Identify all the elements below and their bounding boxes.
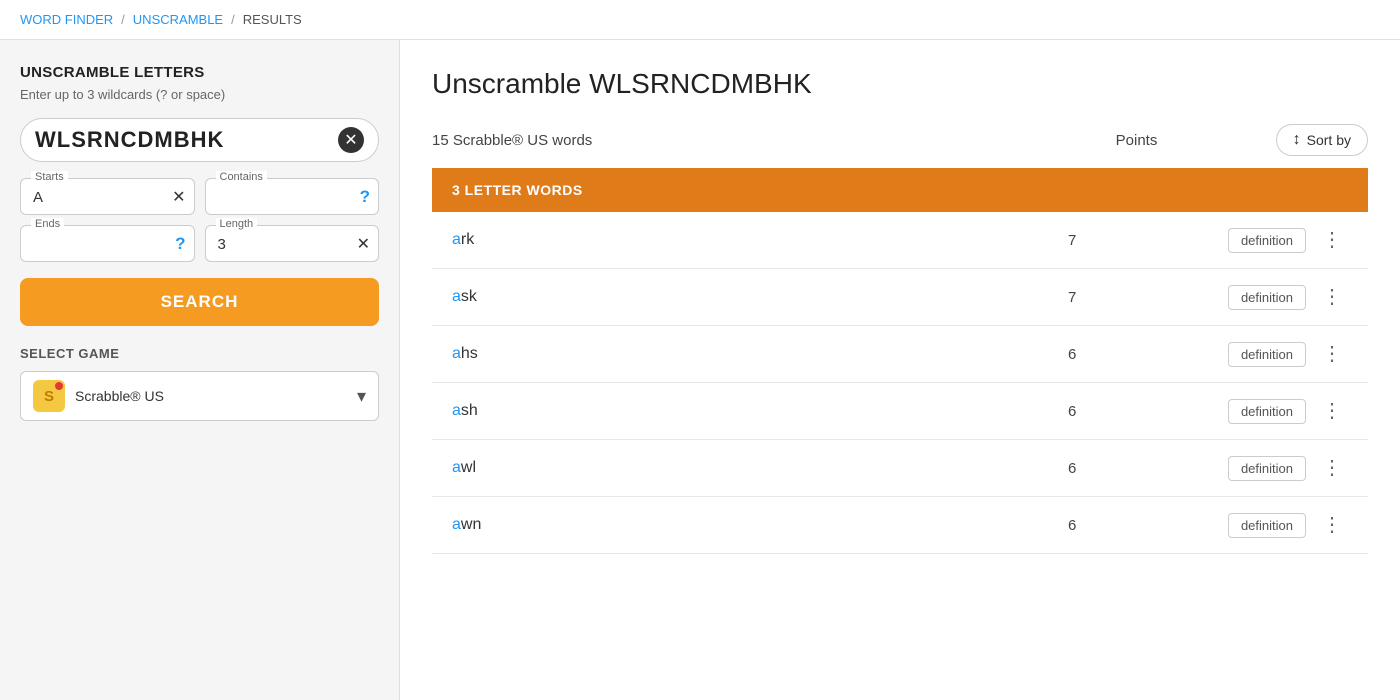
length-filter-box: Length ✕ bbox=[205, 225, 380, 262]
breadcrumb-sep-1: / bbox=[121, 12, 125, 27]
letters-clear-button[interactable]: ✕ bbox=[338, 127, 364, 153]
definition-button[interactable]: definition bbox=[1228, 342, 1306, 367]
sort-by-button[interactable]: ↕ Sort by bbox=[1276, 124, 1368, 156]
game-select[interactable]: S Scrabble® US ▾ bbox=[20, 371, 379, 421]
breadcrumb-sep-2: / bbox=[231, 12, 235, 27]
starts-filter-box: Starts ✕ bbox=[20, 178, 195, 215]
points-cell: 7 bbox=[1068, 232, 1228, 249]
word-actions: definition ⋮ bbox=[1228, 226, 1348, 254]
points-cell: 7 bbox=[1068, 289, 1228, 306]
sidebar-title: UNSCRAMBLE LETTERS bbox=[20, 64, 379, 81]
table-row: awn 6 definition ⋮ bbox=[432, 497, 1368, 554]
more-options-button[interactable]: ⋮ bbox=[1316, 397, 1348, 425]
length-label: Length bbox=[216, 218, 258, 230]
word-cell: awl bbox=[452, 459, 1068, 477]
word-actions: definition ⋮ bbox=[1228, 340, 1348, 368]
word-rest: wl bbox=[461, 459, 476, 476]
starts-clear-button[interactable]: ✕ bbox=[172, 187, 185, 207]
select-game-label: SELECT GAME bbox=[20, 346, 379, 361]
breadcrumb-results: RESULTS bbox=[243, 12, 302, 27]
more-options-button[interactable]: ⋮ bbox=[1316, 511, 1348, 539]
table-row: ask 7 definition ⋮ bbox=[432, 269, 1368, 326]
word-rest: hs bbox=[461, 345, 478, 362]
letters-input-wrap: ✕ bbox=[20, 118, 379, 162]
word-rest: wn bbox=[461, 516, 481, 533]
letters-input[interactable] bbox=[35, 127, 338, 153]
word-rest: sh bbox=[461, 402, 478, 419]
definition-button[interactable]: definition bbox=[1228, 228, 1306, 253]
breadcrumb-word-finder[interactable]: WORD FINDER bbox=[20, 12, 113, 27]
word-list: ark 7 definition ⋮ ask 7 definition ⋮ ah… bbox=[432, 212, 1368, 554]
length-clear-button[interactable]: ✕ bbox=[357, 234, 370, 254]
results-header: 15 Scrabble® US words Points ↕ Sort by bbox=[432, 124, 1368, 168]
results-count: 15 Scrabble® US words bbox=[432, 132, 1116, 149]
more-options-button[interactable]: ⋮ bbox=[1316, 226, 1348, 254]
points-column-header: Points bbox=[1116, 132, 1276, 149]
word-actions: definition ⋮ bbox=[1228, 511, 1348, 539]
table-row: awl 6 definition ⋮ bbox=[432, 440, 1368, 497]
ends-input[interactable] bbox=[33, 236, 182, 253]
definition-button[interactable]: definition bbox=[1228, 285, 1306, 310]
search-button[interactable]: SEARCH bbox=[20, 278, 379, 326]
definition-button[interactable]: definition bbox=[1228, 399, 1306, 424]
filter-starts-contains-row: Starts ✕ Contains ? bbox=[20, 178, 379, 215]
table-row: ark 7 definition ⋮ bbox=[432, 212, 1368, 269]
contains-input[interactable] bbox=[218, 189, 367, 206]
sort-by-label: Sort by bbox=[1307, 132, 1351, 148]
word-first-letter: a bbox=[452, 288, 461, 305]
word-actions: definition ⋮ bbox=[1228, 454, 1348, 482]
ends-help-button[interactable]: ? bbox=[175, 234, 185, 254]
word-rest: sk bbox=[461, 288, 477, 305]
breadcrumb: WORD FINDER / UNSCRAMBLE / RESULTS bbox=[0, 0, 1400, 40]
table-row: ash 6 definition ⋮ bbox=[432, 383, 1368, 440]
points-cell: 6 bbox=[1068, 346, 1228, 363]
word-cell: awn bbox=[452, 516, 1068, 534]
table-row: ahs 6 definition ⋮ bbox=[432, 326, 1368, 383]
sidebar-subtitle: Enter up to 3 wildcards (? or space) bbox=[20, 87, 379, 102]
ends-filter-box: Ends ? bbox=[20, 225, 195, 262]
word-actions: definition ⋮ bbox=[1228, 397, 1348, 425]
page-title: Unscramble WLSRNCDMBHK bbox=[432, 68, 1368, 100]
length-input[interactable] bbox=[218, 236, 367, 253]
game-icon: S bbox=[33, 380, 65, 412]
word-actions: definition ⋮ bbox=[1228, 283, 1348, 311]
breadcrumb-unscramble[interactable]: UNSCRAMBLE bbox=[133, 12, 223, 27]
starts-input[interactable] bbox=[33, 189, 182, 206]
word-cell: ask bbox=[452, 288, 1068, 306]
sidebar: UNSCRAMBLE LETTERS Enter up to 3 wildcar… bbox=[0, 40, 400, 700]
filter-ends-length-row: Ends ? Length ✕ bbox=[20, 225, 379, 262]
definition-button[interactable]: definition bbox=[1228, 456, 1306, 481]
contains-help-button[interactable]: ? bbox=[360, 187, 370, 207]
points-cell: 6 bbox=[1068, 517, 1228, 534]
game-select-arrow-icon: ▾ bbox=[357, 386, 366, 407]
more-options-button[interactable]: ⋮ bbox=[1316, 340, 1348, 368]
starts-label: Starts bbox=[31, 171, 68, 183]
definition-button[interactable]: definition bbox=[1228, 513, 1306, 538]
section-header: 3 LETTER WORDS bbox=[432, 168, 1368, 212]
ends-label: Ends bbox=[31, 218, 64, 230]
game-icon-dot bbox=[55, 382, 63, 390]
points-cell: 6 bbox=[1068, 460, 1228, 477]
contains-label: Contains bbox=[216, 171, 267, 183]
word-first-letter: a bbox=[452, 345, 461, 362]
game-select-text: Scrabble® US bbox=[75, 388, 357, 404]
points-cell: 6 bbox=[1068, 403, 1228, 420]
more-options-button[interactable]: ⋮ bbox=[1316, 283, 1348, 311]
word-first-letter: a bbox=[452, 459, 461, 476]
sort-icon: ↕ bbox=[1293, 131, 1301, 149]
contains-filter-box: Contains ? bbox=[205, 178, 380, 215]
word-first-letter: a bbox=[452, 402, 461, 419]
word-cell: ahs bbox=[452, 345, 1068, 363]
word-first-letter: a bbox=[452, 516, 461, 533]
word-cell: ark bbox=[452, 231, 1068, 249]
word-cell: ash bbox=[452, 402, 1068, 420]
word-first-letter: a bbox=[452, 231, 461, 248]
content-area: Unscramble WLSRNCDMBHK 15 Scrabble® US w… bbox=[400, 40, 1400, 700]
more-options-button[interactable]: ⋮ bbox=[1316, 454, 1348, 482]
word-rest: rk bbox=[461, 231, 474, 248]
